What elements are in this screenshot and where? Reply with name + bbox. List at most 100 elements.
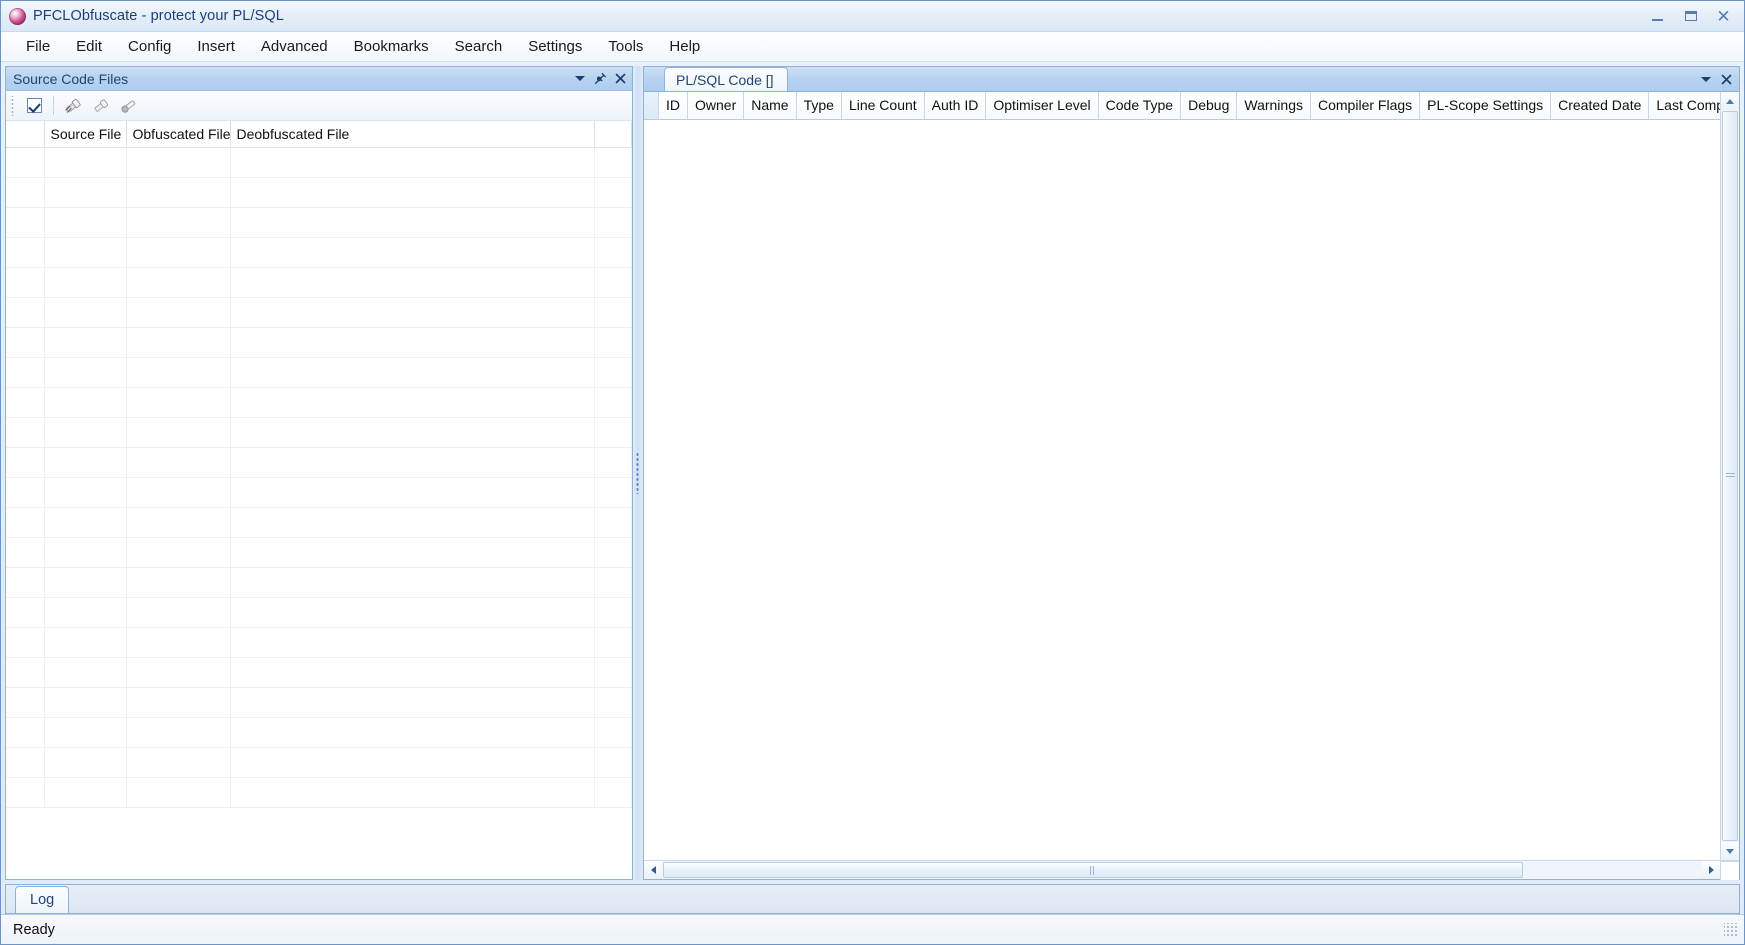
menu-item-edit[interactable]: Edit: [63, 34, 115, 59]
horizontal-scroll-thumb[interactable]: [663, 862, 1523, 878]
table-cell: [594, 717, 632, 748]
menu-item-bookmarks[interactable]: Bookmarks: [341, 34, 442, 59]
table-row[interactable]: [6, 657, 632, 688]
column-header-deobfuscated-file[interactable]: Deobfuscated File: [230, 121, 595, 148]
table-row[interactable]: [6, 477, 632, 508]
plsql-panel-caption-buttons: [1697, 70, 1735, 88]
table-row[interactable]: [6, 177, 632, 208]
table-cell: [44, 597, 127, 628]
column-header-optimiser-level[interactable]: Optimiser Level: [985, 92, 1099, 120]
menu-item-config[interactable]: Config: [115, 34, 184, 59]
table-row[interactable]: [6, 507, 632, 538]
table-row[interactable]: [6, 207, 632, 238]
table-row[interactable]: [6, 717, 632, 748]
table-cell: [594, 657, 632, 688]
table-row[interactable]: [6, 147, 632, 178]
panel-close-button[interactable]: [1717, 70, 1735, 88]
row-header-cell: [6, 627, 45, 658]
table-cell: [126, 387, 231, 418]
table-cell: [126, 717, 231, 748]
table-row[interactable]: [6, 297, 632, 328]
toolbar-drag-grip[interactable]: [10, 95, 16, 116]
column-header-created-date[interactable]: Created Date: [1550, 92, 1650, 120]
menu-item-insert[interactable]: Insert: [184, 34, 248, 59]
chevron-down-icon: [1701, 76, 1711, 82]
tab-plsql-code[interactable]: PL/SQL Code []: [664, 67, 788, 91]
scroll-right-button[interactable]: [1702, 861, 1720, 879]
obfuscate-button[interactable]: [60, 94, 86, 118]
menu-item-search[interactable]: Search: [442, 34, 516, 59]
column-header-id[interactable]: ID: [658, 92, 688, 120]
source-files-grid[interactable]: Source File Obfuscated File Deobfuscated…: [6, 121, 632, 879]
table-row[interactable]: [6, 627, 632, 658]
deobfuscate-button[interactable]: [88, 94, 114, 118]
column-header-code-type[interactable]: Code Type: [1098, 92, 1182, 120]
vertical-scroll-thumb[interactable]: [1722, 111, 1738, 841]
column-header-obfuscated-file[interactable]: Obfuscated File: [126, 121, 231, 148]
scroll-up-button[interactable]: [1721, 92, 1739, 110]
table-row[interactable]: [6, 237, 632, 268]
table-cell: [594, 387, 632, 418]
menu-item-tools[interactable]: Tools: [595, 34, 656, 59]
table-cell: [44, 387, 127, 418]
row-header-cell: [6, 207, 45, 238]
table-cell: [594, 417, 632, 448]
maximize-button[interactable]: [1674, 4, 1707, 29]
column-header-last-compile[interactable]: Last Compile: [1648, 92, 1720, 120]
table-row[interactable]: [6, 747, 632, 778]
splitter-grip-icon: [636, 452, 640, 494]
menu-item-file[interactable]: File: [13, 34, 63, 59]
menu-item-help[interactable]: Help: [656, 34, 713, 59]
panel-pin-button[interactable]: [591, 70, 609, 88]
table-row[interactable]: [6, 357, 632, 388]
panel-menu-button[interactable]: [571, 70, 589, 88]
table-row[interactable]: [6, 327, 632, 358]
horizontal-scrollbar[interactable]: [644, 860, 1739, 880]
column-header-warnings[interactable]: Warnings: [1236, 92, 1311, 120]
column-header-debug[interactable]: Debug: [1180, 92, 1238, 120]
panel-menu-button[interactable]: [1697, 70, 1715, 88]
plsql-grid[interactable]: ID Owner Name Type Line Count Auth ID Optimise…: [644, 92, 1720, 860]
resize-grip-icon[interactable]: [1724, 922, 1738, 937]
row-header-cell: [6, 147, 45, 178]
table-cell: [594, 537, 632, 568]
table-row[interactable]: [6, 597, 632, 628]
menu-item-advanced[interactable]: Advanced: [248, 34, 341, 59]
row-header-cell: [6, 657, 45, 688]
panel-splitter[interactable]: [633, 66, 643, 880]
column-header-compiler-flags[interactable]: Compiler Flags: [1310, 92, 1421, 120]
select-all-checkbox[interactable]: [21, 94, 47, 118]
row-header-cell: [6, 567, 45, 598]
table-row[interactable]: [6, 417, 632, 448]
apply-button[interactable]: [116, 94, 142, 118]
table-cell: [126, 657, 231, 688]
close-button[interactable]: ✕: [1707, 4, 1740, 29]
column-header-auth-id[interactable]: Auth ID: [924, 92, 987, 120]
source-files-table-body: [6, 147, 632, 808]
table-row[interactable]: [6, 567, 632, 598]
column-header-source-file[interactable]: Source File: [44, 121, 127, 148]
vertical-scrollbar[interactable]: [1720, 92, 1739, 860]
horizontal-scroll-track[interactable]: [1524, 861, 1702, 879]
column-header-name[interactable]: Name: [743, 92, 797, 120]
scroll-left-button[interactable]: [644, 861, 662, 879]
column-header-owner[interactable]: Owner: [687, 92, 745, 120]
menu-item-settings[interactable]: Settings: [515, 34, 595, 59]
table-row[interactable]: [6, 537, 632, 568]
table-row[interactable]: [6, 447, 632, 478]
scroll-down-button[interactable]: [1721, 842, 1739, 860]
tab-log[interactable]: Log: [15, 886, 70, 913]
table-row[interactable]: [6, 687, 632, 718]
table-row[interactable]: [6, 387, 632, 418]
window-title: PFCLObfuscate - protect your PL/SQL: [33, 8, 284, 24]
table-row[interactable]: [6, 777, 632, 808]
panel-close-button[interactable]: [611, 70, 629, 88]
table-cell: [594, 777, 632, 808]
column-header-pl-scope-settings[interactable]: PL-Scope Settings: [1419, 92, 1552, 120]
table-row[interactable]: [6, 267, 632, 298]
table-cell: [230, 237, 595, 268]
column-header-type[interactable]: Type: [796, 92, 842, 120]
minimize-button[interactable]: [1641, 4, 1674, 29]
table-cell: [44, 357, 127, 388]
column-header-line-count[interactable]: Line Count: [841, 92, 925, 120]
